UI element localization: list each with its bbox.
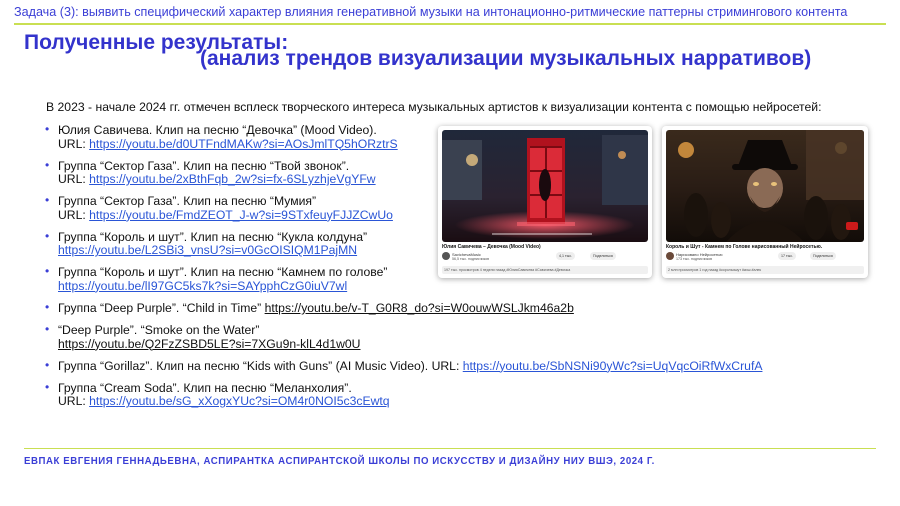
video-description-box[interactable]: 197 тыс. просмотров 4 недели назад #Юлия…	[442, 266, 648, 274]
video-card-korol-i-shut[interactable]: Король и Шут - Камнем по Голове нарисова…	[662, 126, 868, 278]
video-title[interactable]: Юлия Савичева – Девочка (Mood Video)	[442, 244, 541, 250]
like-button[interactable]: 17 тыс.	[778, 252, 797, 260]
bullet-icon: •	[45, 299, 50, 314]
item-prefix: URL:	[58, 136, 90, 151]
bullet-icon: •	[45, 379, 50, 394]
top-divider	[14, 23, 886, 25]
video-title[interactable]: Король и Шут - Камнем по Голове нарисова…	[666, 244, 822, 250]
item-link[interactable]: https://youtu.be/L2SBi3_vnsU?si=v0GcOISI…	[58, 243, 357, 258]
item-prefix: URL:	[58, 172, 90, 187]
video-frame-jester[interactable]	[666, 130, 864, 242]
item-text: Группа “Король и шут”. Клип на песню “Ку…	[58, 229, 368, 244]
item-text: Группа “Deep Purple”. “Child in Time”	[58, 300, 265, 315]
view-stats: 197 тыс. просмотров 4 недели назад #Юлия…	[444, 268, 571, 272]
item-link[interactable]: https://youtu.be/d0UTFndMAKw?si=AOsJmlTQ…	[89, 137, 398, 151]
item-prefix: URL:	[58, 394, 90, 409]
item-link[interactable]: https://youtu.be/v-T_G0R8_do?si=W0ouwWSL…	[265, 301, 574, 315]
list-item: • Группа “Deep Purple”. “Child in Time” h…	[44, 299, 874, 316]
video-card-savicheva[interactable]: Юлия Савичева – Девочка (Mood Video) Sav…	[438, 126, 652, 278]
item-text: Группа “Король и шут”. Клип на песню “Ка…	[58, 265, 388, 280]
view-stats: 2 млн просмотров 1 год назад #корольишут…	[668, 268, 762, 272]
channel-avatar[interactable]	[666, 252, 674, 260]
video-description-box[interactable]: 2 млн просмотров 1 год назад #корольишут…	[666, 266, 864, 274]
item-text: Группа “Сектор Газа”. Клип на песню “Мум…	[58, 194, 317, 209]
item-link[interactable]: https://youtu.be/2xBthFqb_2w?si=fx-6SLyz…	[89, 172, 375, 186]
intro-text: В 2023 - начале 2024 гг. отмечен всплеск…	[46, 100, 822, 114]
item-link[interactable]: https://youtu.be/sG_xXogxYUc?si=OM4r0NOI…	[89, 394, 389, 409]
item-text: Группа “Cream Soda”. Клип на песню “Мела…	[58, 380, 352, 395]
item-text: Группа “Сектор Газа”. Клип на песню “Тво…	[58, 158, 350, 173]
item-text: Юлия Савичева. Клип на песню “Девочка” (…	[58, 123, 377, 137]
bottom-divider	[24, 448, 876, 449]
item-link[interactable]: https://youtu.be/FmdZEOT_J-w?si=9STxfeuy…	[89, 208, 393, 222]
item-text: “Deep Purple”. “Smoke on the Water”	[58, 323, 260, 338]
video-still-image	[666, 130, 864, 242]
subscriber-count: 173 тыс. подписчиков	[676, 257, 713, 261]
share-button[interactable]: Поделиться	[810, 252, 836, 260]
item-link[interactable]: https://youtu.be/Q2FzZSBD5LE?si=7XGu9n-k…	[58, 337, 360, 351]
item-link[interactable]: https://youtu.be/SbNSNi90yWc?si=UqVqcOiR…	[463, 359, 763, 373]
like-button[interactable]: 4,1 тыс.	[556, 252, 576, 260]
bullet-icon: •	[45, 157, 50, 172]
video-still-image	[442, 130, 648, 242]
task-heading: Задача (3): выявить специфический характ…	[14, 5, 848, 19]
list-item: • “Deep Purple”. “Smoke on the Water” http…	[44, 322, 874, 351]
share-button[interactable]: Поделиться	[590, 252, 616, 260]
video-frame-phone-booth[interactable]	[442, 130, 648, 242]
bullet-icon: •	[45, 193, 50, 208]
item-text: Группа “Gorillaz”. Клип на песню “Kids w…	[58, 358, 463, 373]
bullet-icon: •	[45, 264, 50, 279]
item-prefix: URL:	[58, 207, 90, 222]
slide-subtitle: (анализ трендов визуализации музыкальных…	[200, 47, 812, 70]
author-footer: ЕВПАК ЕВГЕНИЯ ГЕННАДЬЕВНА, АСПИРАНТКА АС…	[24, 455, 655, 467]
channel-avatar[interactable]	[442, 252, 450, 260]
list-item: • Группа “Cream Soda”. Клип на песню “Мел…	[44, 379, 874, 409]
item-link[interactable]: https://youtu.be/lI97GC5ks7k?si=SAYpphCz…	[58, 279, 347, 293]
bullet-icon: •	[45, 228, 50, 243]
bullet-icon: •	[45, 322, 50, 337]
bullet-icon: •	[45, 357, 50, 372]
bullet-icon: •	[45, 122, 50, 136]
list-item: • Группа “Gorillaz”. Клип на песню “Kids …	[44, 357, 874, 374]
subscriber-count: 56,5 тыс. подписчиков	[452, 257, 490, 261]
